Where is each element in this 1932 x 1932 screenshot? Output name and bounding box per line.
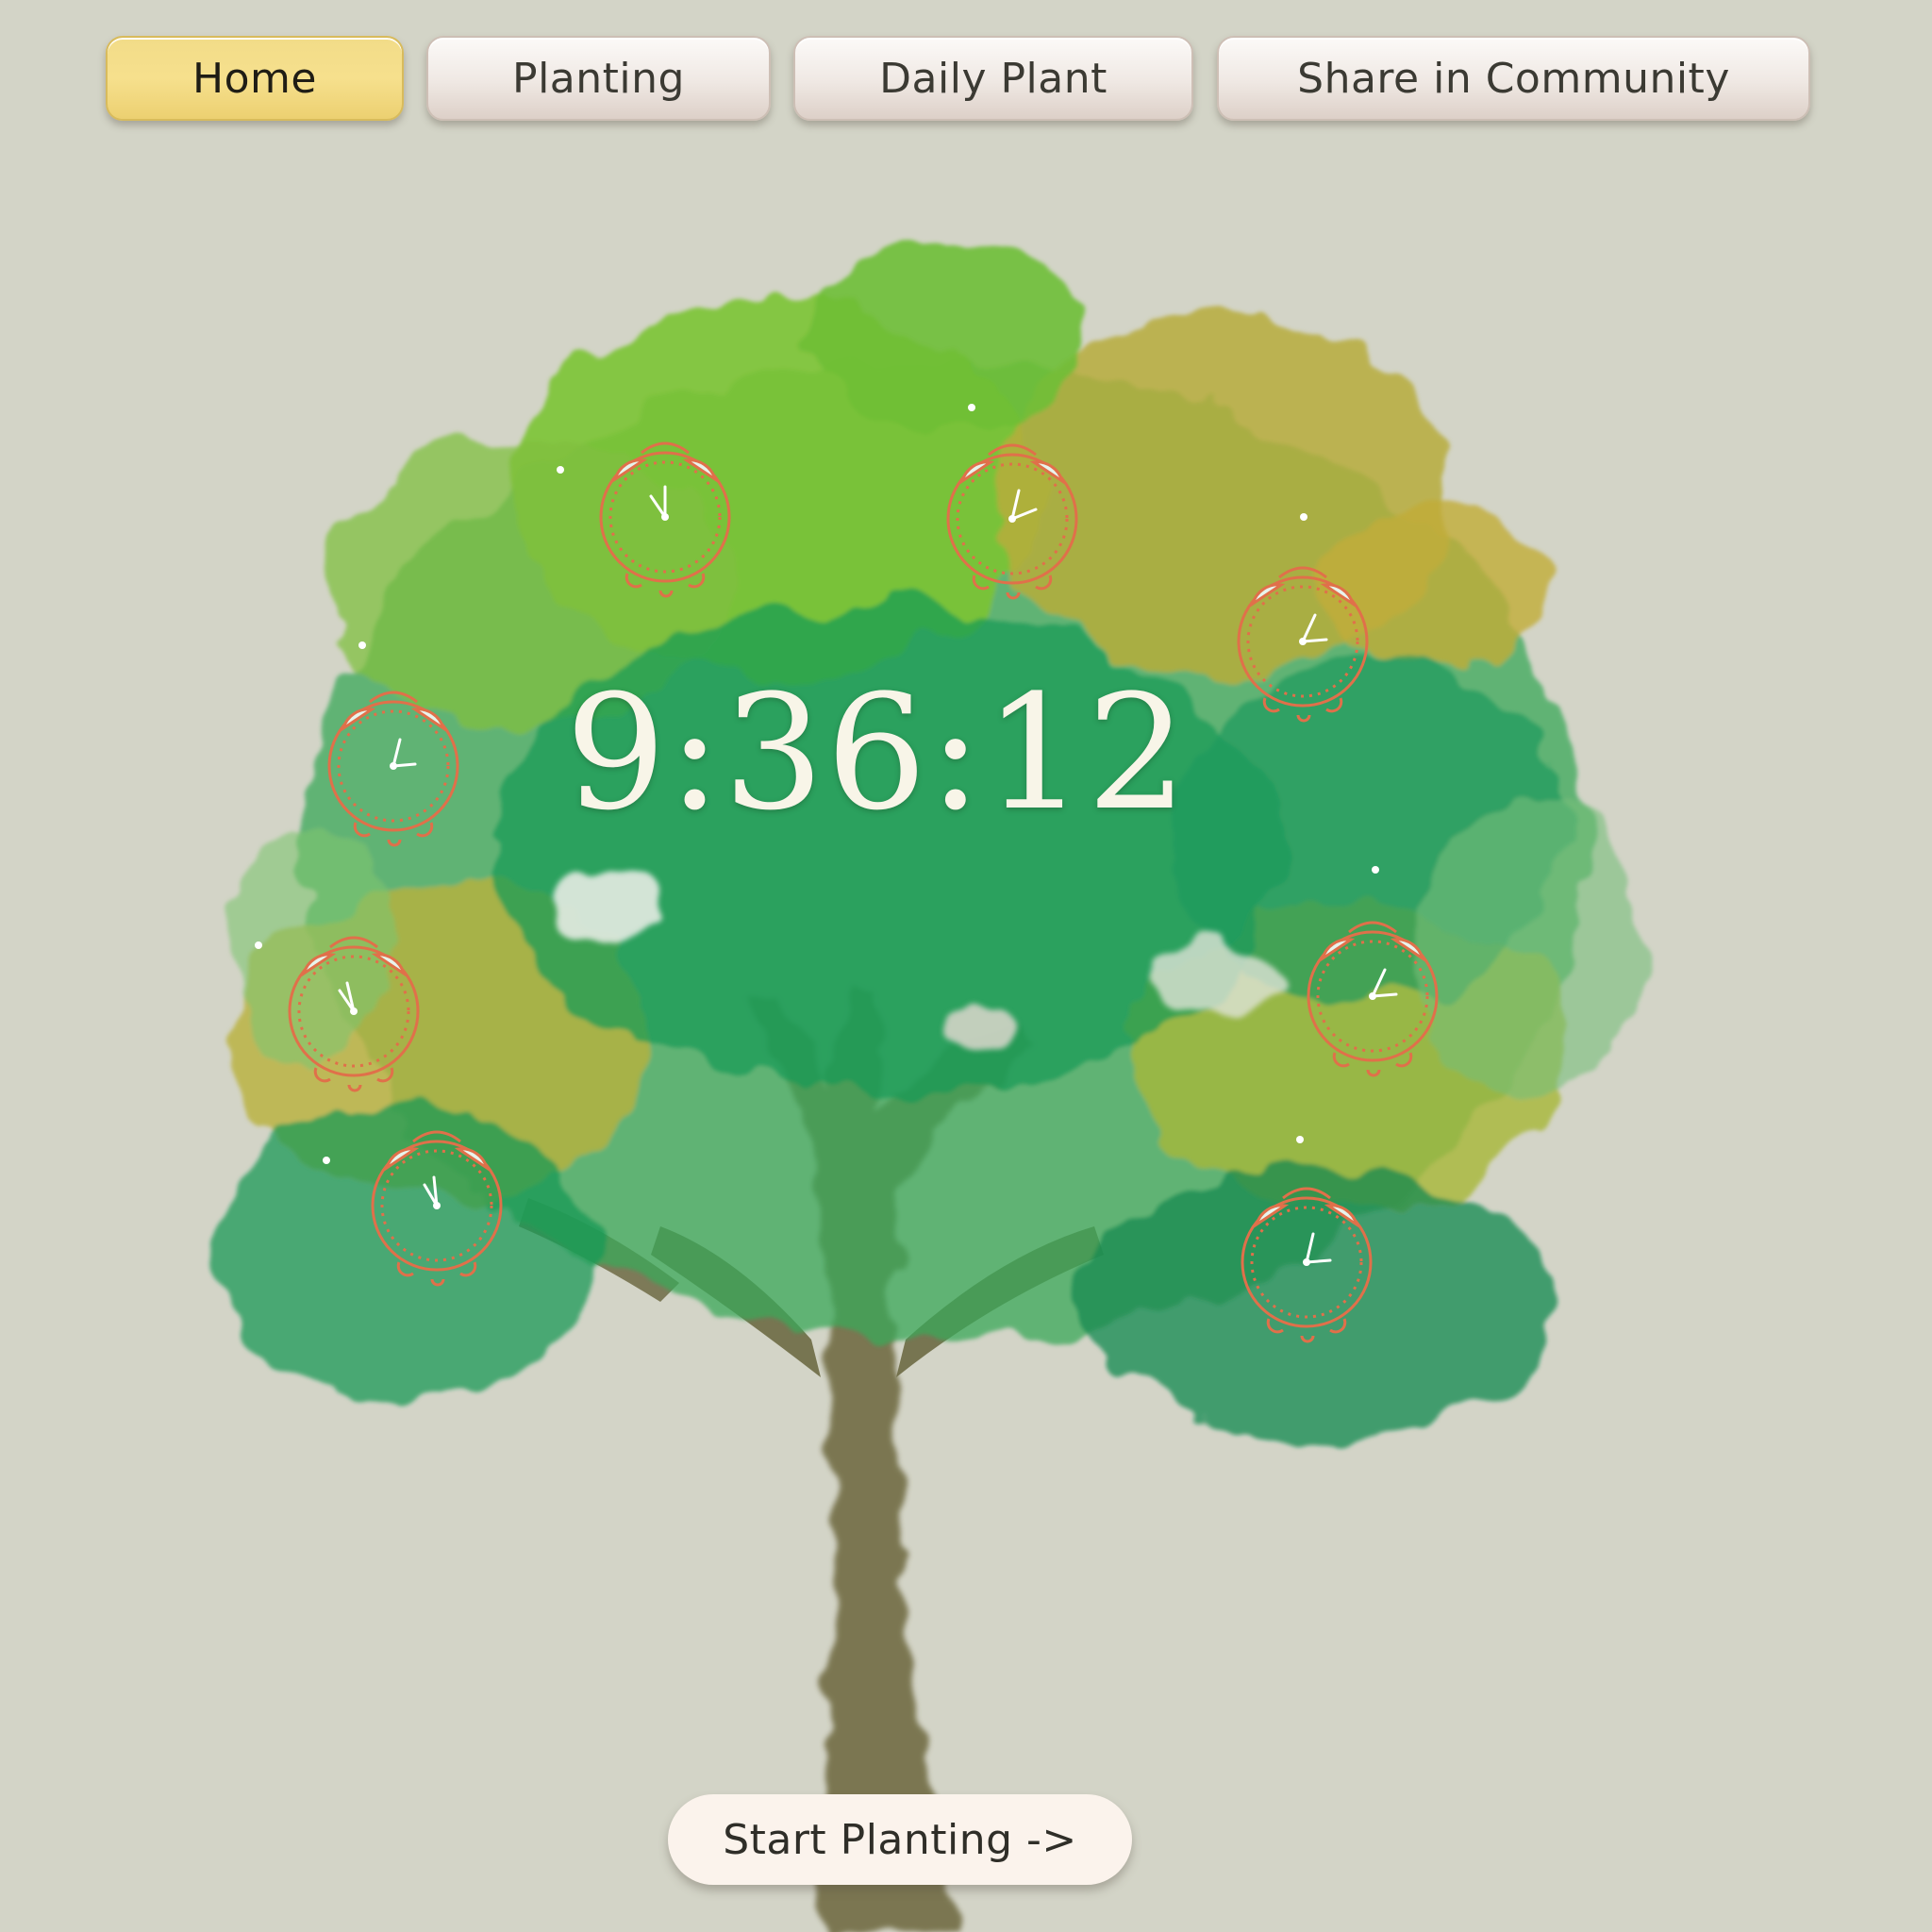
alarm-clock-icon <box>1307 921 1439 1077</box>
nav-share-in-community-button[interactable]: Share in Community <box>1217 36 1810 121</box>
alarm-clock-icon <box>288 936 420 1092</box>
alarm-clock-icon <box>1241 1187 1373 1343</box>
alarm-clock-icon <box>599 441 731 598</box>
alarm-clock-icon <box>1237 566 1369 723</box>
nav-planting-button[interactable]: Planting <box>426 36 771 121</box>
home-screen: 9:36:12 Home Planting Daily Plant Share … <box>0 0 1932 1932</box>
timer-display: 9:36:12 <box>565 660 1190 845</box>
top-nav: Home Planting Daily Plant Share in Commu… <box>0 36 1932 123</box>
alarm-clock-icon <box>327 691 459 847</box>
start-planting-button[interactable]: Start Planting -> <box>668 1794 1132 1885</box>
nav-daily-plant-button[interactable]: Daily Plant <box>793 36 1193 121</box>
alarm-clock-icon <box>371 1130 503 1287</box>
nav-home-button[interactable]: Home <box>106 36 404 121</box>
alarm-clock-icon <box>946 443 1078 600</box>
